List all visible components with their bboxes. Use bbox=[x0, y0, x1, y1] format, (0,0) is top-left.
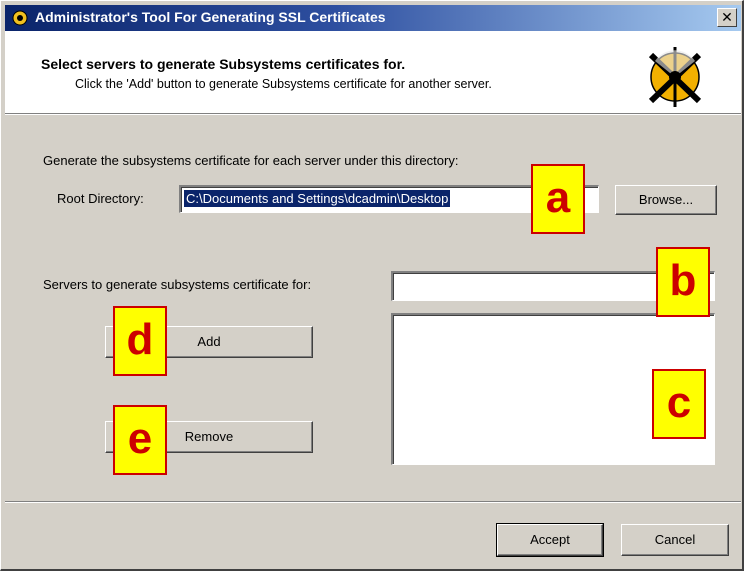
accept-button[interactable]: Accept bbox=[496, 523, 604, 557]
app-icon bbox=[12, 10, 28, 26]
header-separator bbox=[5, 113, 741, 115]
servers-label: Servers to generate subsystems certifica… bbox=[43, 277, 312, 292]
header-title: Select servers to generate Subsystems ce… bbox=[41, 56, 406, 72]
root-directory-value: C:\Documents and Settings\dcadmin\Deskto… bbox=[184, 190, 451, 207]
browse-button-label: Browse... bbox=[638, 192, 694, 207]
callout-c: c bbox=[652, 369, 706, 439]
browse-button[interactable]: Browse... bbox=[615, 185, 717, 215]
cancel-button-label: Cancel bbox=[654, 532, 696, 547]
ssl-certificate-dialog: Administrator's Tool For Generating SSL … bbox=[0, 0, 744, 571]
cancel-button[interactable]: Cancel bbox=[621, 524, 729, 556]
header-subtitle: Click the 'Add' button to generate Subsy… bbox=[75, 77, 492, 91]
callout-e: e bbox=[113, 405, 167, 475]
callout-b: b bbox=[656, 247, 710, 317]
callout-a: a bbox=[531, 164, 585, 234]
directory-instruction: Generate the subsystems certificate for … bbox=[43, 153, 459, 168]
callout-d: d bbox=[113, 306, 167, 376]
accept-button-label: Accept bbox=[530, 532, 570, 547]
close-button[interactable]: ✕ bbox=[717, 8, 737, 27]
title-bar[interactable]: Administrator's Tool For Generating SSL … bbox=[5, 5, 741, 31]
certificate-logo-icon bbox=[648, 47, 702, 107]
wizard-header: Select servers to generate Subsystems ce… bbox=[5, 31, 741, 113]
window-title: Administrator's Tool For Generating SSL … bbox=[35, 9, 386, 25]
footer-separator bbox=[5, 501, 741, 503]
root-directory-label: Root Directory: bbox=[57, 191, 144, 206]
close-icon: ✕ bbox=[721, 9, 733, 25]
